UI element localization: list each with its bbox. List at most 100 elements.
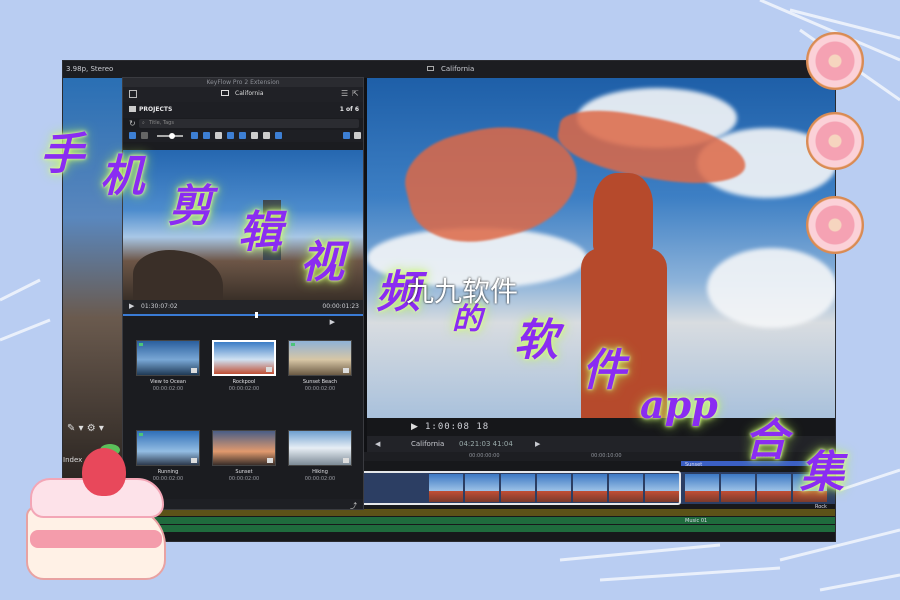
project-icon: [427, 66, 434, 71]
zoom-slider-knob[interactable]: [169, 133, 175, 139]
overlay-title-char: 手: [40, 129, 84, 180]
filter-icon[interactable]: [129, 132, 136, 139]
film-badge-icon: [343, 368, 349, 373]
thumbnail: [288, 430, 352, 466]
marker-dot: [139, 343, 143, 346]
library-icon[interactable]: [239, 132, 246, 139]
export-icon[interactable]: ⤴: [350, 501, 357, 509]
thumbnail-duration: 00:00:02:00: [228, 386, 260, 392]
refresh-icon[interactable]: ↻: [129, 119, 136, 128]
thumbnail-name: Sunset Beach: [302, 379, 338, 385]
marker-dot: [139, 433, 143, 436]
grid-icon[interactable]: [141, 132, 148, 139]
thumbnail-card[interactable]: Sunset 00:00:02:00: [211, 430, 277, 482]
timeline-duration: 04:21:03 41:04: [459, 440, 513, 448]
watermark: 九九软件: [406, 275, 519, 308]
share-icon[interactable]: ⇱: [352, 89, 359, 98]
viewer-timecode: 1:00:08 18: [425, 422, 490, 432]
scrub-timecode-out: 00:00:01:23: [322, 303, 359, 310]
overlay-title-char: app: [640, 382, 718, 427]
thumbnail-card[interactable]: Sunset Beach 00:00:02:00: [287, 340, 353, 392]
overlay-title-char: 集: [800, 447, 844, 498]
thumbnail-card[interactable]: View to Ocean 00:00:02:00: [135, 340, 201, 392]
thumbnail-duration: 00:00:02:00: [304, 476, 336, 482]
timeline-name[interactable]: California: [411, 436, 444, 452]
overlay-title-char: 视: [300, 237, 344, 288]
panel-header: California ☰ ⇱: [123, 87, 363, 102]
view-mode-icon[interactable]: [343, 132, 350, 139]
film-badge-icon: [191, 458, 197, 463]
back-arrow-icon[interactable]: ◀: [375, 436, 380, 452]
donut-sticker: [806, 196, 864, 254]
person-torso: [593, 173, 653, 253]
notes-icon[interactable]: [263, 132, 270, 139]
cake-stripe: [30, 530, 162, 548]
thumbnail-name: Rockpool: [232, 379, 256, 385]
thumbnail-card[interactable]: Hiking 00:00:02:00: [287, 430, 353, 482]
panel-project-name: California: [235, 90, 264, 97]
scrub-progress[interactable]: [123, 314, 363, 316]
video-icon[interactable]: [203, 132, 210, 139]
thumbnail-duration: 00:00:02:00: [152, 386, 184, 392]
projects-label: PROJECTS: [139, 106, 173, 113]
ruler-tick: 00:00:10:00: [591, 453, 622, 459]
star-icon[interactable]: [191, 132, 198, 139]
thumbnail-duration: 00:00:02:00: [228, 476, 260, 482]
folder-icon: [129, 106, 136, 112]
clip-frame: [757, 474, 791, 502]
film-badge-icon: [266, 367, 272, 372]
thumbnail: [136, 340, 200, 376]
project-title: California: [441, 65, 475, 73]
search-icon: ⌕: [142, 120, 145, 126]
audio-label: Music 01: [685, 518, 708, 524]
projects-count: 1 of 6: [339, 106, 359, 113]
scrub-timecode-in: 01:30:07:02: [141, 303, 178, 310]
donut-sticker: [806, 32, 864, 90]
music-track[interactable]: [125, 517, 835, 524]
play-row: ▶: [123, 318, 363, 328]
hierarchy-icon[interactable]: [275, 132, 282, 139]
tool-icons[interactable]: ✎ ▾ ⚙ ▾: [67, 423, 104, 434]
overlay-title-char: 剪: [168, 181, 212, 232]
play-icon[interactable]: ▶: [411, 418, 418, 436]
thumbnail-card[interactable]: Rockpool 00:00:02:00: [211, 340, 277, 392]
ruler-tick: 00:00:00:00: [469, 453, 500, 459]
list-icon[interactable]: ☰: [341, 89, 348, 98]
resolution-label: 3.98p, Stereo: [66, 65, 114, 73]
monitor-icon: [221, 90, 229, 96]
title-bar: 3.98p, Stereo California: [63, 61, 835, 78]
audio-icon[interactable]: [215, 132, 222, 139]
play-icon[interactable]: ▶: [330, 318, 335, 326]
thumbnail-name: View to Ocean: [149, 379, 187, 385]
cloud: [707, 248, 835, 328]
keyflow-panel: KeyFlow Pro 2 Extension California ☰ ⇱ P…: [122, 77, 364, 510]
list-mode-icon[interactable]: [354, 132, 361, 139]
thumbnail: [212, 430, 276, 466]
overlay-title-char: 辑: [238, 207, 282, 258]
projects-row: PROJECTS 1 of 6: [123, 102, 363, 118]
overlay-title-char: 机: [100, 151, 144, 202]
thumbnail: [212, 340, 276, 376]
marker-dot: [291, 343, 295, 346]
forward-arrow-icon[interactable]: ▶: [535, 436, 540, 452]
document-icon[interactable]: [251, 132, 258, 139]
cake-sticker: [22, 444, 172, 588]
film-badge-icon: [343, 458, 349, 463]
music-track-2[interactable]: [125, 525, 835, 532]
sidebar-toggle-icon[interactable]: [129, 90, 137, 98]
donut-sticker: [806, 112, 864, 170]
clip-frame: [721, 474, 755, 502]
thumbnail: [288, 340, 352, 376]
thumbnail-duration: 00:00:02:00: [304, 386, 336, 392]
panel-toolbar: [123, 130, 363, 142]
search-input[interactable]: ⌕ Title, Tags: [139, 119, 359, 128]
overlay-title-char: 合: [744, 415, 788, 466]
overlay-title-char: 软: [514, 315, 558, 366]
thumbnail-name: Sunset: [235, 469, 253, 475]
search-placeholder: Title, Tags: [149, 120, 174, 126]
search-row: ↻ ⌕ Title, Tags: [123, 118, 363, 130]
play-icon[interactable]: ▶: [129, 302, 134, 310]
audio-track[interactable]: [125, 509, 835, 516]
photo-icon[interactable]: [227, 132, 234, 139]
rock: [133, 250, 223, 300]
